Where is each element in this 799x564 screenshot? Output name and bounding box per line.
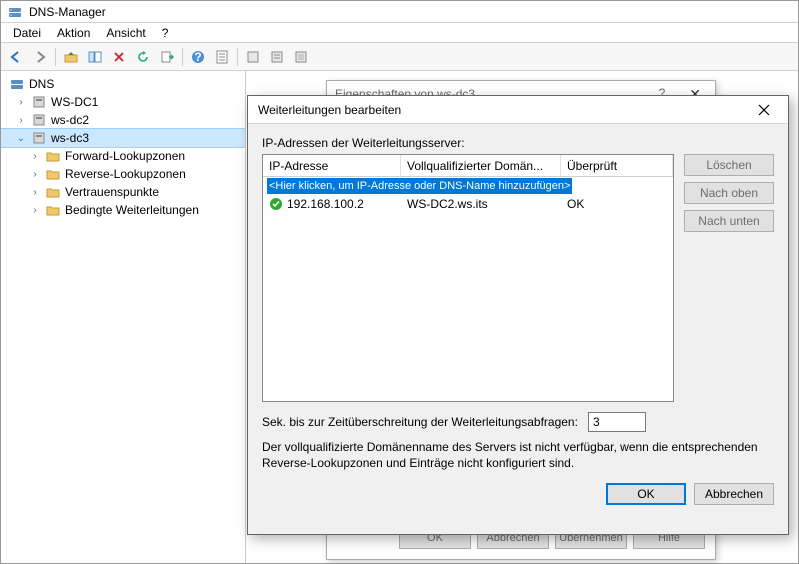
row-ip: 192.168.100.2 [287, 197, 364, 211]
tree-server-wsdc3[interactable]: ⌄ ws-dc3 [1, 129, 245, 147]
server-icon [31, 112, 47, 128]
tree-label: ws-dc2 [51, 113, 89, 127]
expand-icon[interactable]: › [29, 205, 41, 216]
tree-root-dns[interactable]: DNS [1, 75, 245, 93]
menu-bar: Datei Aktion Ansicht ? [1, 23, 798, 43]
folder-icon [45, 184, 61, 200]
nav-forward-button[interactable] [29, 46, 51, 68]
list-add-hint-row[interactable]: <Hier klicken, um IP-Adresse oder DNS-Na… [263, 177, 673, 195]
up-folder-button[interactable] [60, 46, 82, 68]
timeout-label: Sek. bis zur Zeitüberschreitung der Weit… [262, 415, 578, 429]
forwarders-list-label: IP-Adressen der Weiterleitungsserver: [262, 136, 774, 150]
expand-icon[interactable]: › [15, 115, 27, 126]
tree-conditional-fwd[interactable]: › Bedingte Weiterleitungen [1, 201, 245, 219]
add-hint-text: <Hier klicken, um IP-Adresse oder DNS-Na… [267, 178, 572, 194]
col-verified[interactable]: Überprüft [561, 155, 673, 176]
menu-datei[interactable]: Datei [5, 24, 49, 42]
folder-icon [45, 148, 61, 164]
col-ip-address[interactable]: IP-Adresse [263, 155, 401, 176]
move-up-button[interactable]: Nach oben [684, 182, 774, 204]
tree-label: WS-DC1 [51, 95, 98, 109]
forwarders-list[interactable]: IP-Adresse Vollqualifizierter Domän... Ü… [262, 154, 674, 402]
row-fqdn: WS-DC2.ws.its [407, 197, 488, 211]
col-fqdn[interactable]: Vollqualifizierter Domän... [401, 155, 561, 176]
tree-forward-zones[interactable]: › Forward-Lookupzonen [1, 147, 245, 165]
toolbar-separator [237, 48, 238, 66]
list-side-buttons: Löschen Nach oben Nach unten [684, 154, 774, 232]
tree-pane[interactable]: DNS › WS-DC1 › ws-dc2 ⌄ ws-dc3 › Forward… [1, 71, 246, 563]
tree-label: Bedingte Weiterleitungen [65, 203, 199, 217]
action-1-button[interactable] [242, 46, 264, 68]
dns-icon [9, 76, 25, 92]
window-titlebar: DNS-Manager [1, 1, 798, 23]
folder-icon [45, 166, 61, 182]
svg-text:?: ? [194, 50, 201, 64]
menu-help[interactable]: ? [154, 24, 177, 42]
tree-label: ws-dc3 [51, 131, 89, 145]
timeout-input[interactable] [588, 412, 646, 432]
action-3-button[interactable] [290, 46, 312, 68]
properties-button[interactable] [211, 46, 233, 68]
action-2-button[interactable] [266, 46, 288, 68]
tree-trust-points[interactable]: › Vertrauenspunkte [1, 183, 245, 201]
tree-server-wsdc2[interactable]: › ws-dc2 [1, 111, 245, 129]
row-ok: OK [567, 197, 584, 211]
delete-button[interactable]: Löschen [684, 154, 774, 176]
tree-server-wsdc1[interactable]: › WS-DC1 [1, 93, 245, 111]
edit-dialog-titlebar[interactable]: Weiterleitungen bearbeiten [248, 96, 788, 124]
show-hide-tree-button[interactable] [84, 46, 106, 68]
tree-label: Reverse-Lookupzonen [65, 167, 186, 181]
list-header: IP-Adresse Vollqualifizierter Domän... Ü… [263, 155, 673, 177]
list-row[interactable]: 192.168.100.2 WS-DC2.ws.its OK [263, 195, 673, 213]
app-icon [7, 4, 23, 20]
refresh-button[interactable] [132, 46, 154, 68]
tree-label: Forward-Lookupzonen [65, 149, 185, 163]
window-title: DNS-Manager [29, 5, 106, 19]
expand-icon[interactable]: › [29, 187, 41, 198]
timeout-row: Sek. bis zur Zeitüberschreitung der Weit… [262, 412, 774, 432]
list-body: <Hier klicken, um IP-Adresse oder DNS-Na… [263, 177, 673, 213]
tree-label: Vertrauenspunkte [65, 185, 159, 199]
export-button[interactable] [156, 46, 178, 68]
move-down-button[interactable]: Nach unten [684, 210, 774, 232]
tree-reverse-zones[interactable]: › Reverse-Lookupzonen [1, 165, 245, 183]
menu-aktion[interactable]: Aktion [49, 24, 98, 42]
close-button[interactable] [744, 97, 784, 123]
fqdn-unavailable-note: Der vollqualifizierte Domänenname des Se… [262, 440, 774, 471]
expand-icon[interactable]: › [15, 97, 27, 108]
delete-button[interactable] [108, 46, 130, 68]
help-button[interactable]: ? [187, 46, 209, 68]
tree-label: DNS [29, 77, 54, 91]
folder-icon [45, 202, 61, 218]
collapse-icon[interactable]: ⌄ [15, 133, 27, 144]
expand-icon[interactable]: › [29, 169, 41, 180]
server-icon [31, 94, 47, 110]
edit-dialog-buttons: OK Abbrechen [262, 483, 774, 505]
server-icon [31, 130, 47, 146]
nav-back-button[interactable] [5, 46, 27, 68]
toolbar: ? [1, 43, 798, 71]
ok-button[interactable]: OK [606, 483, 686, 505]
edit-forwarders-dialog: Weiterleitungen bearbeiten IP-Adressen d… [247, 95, 789, 535]
close-icon [758, 104, 770, 116]
menu-ansicht[interactable]: Ansicht [98, 24, 153, 42]
cancel-button[interactable]: Abbrechen [694, 483, 774, 505]
toolbar-separator [55, 48, 56, 66]
expand-icon[interactable]: › [29, 151, 41, 162]
edit-dialog-body: IP-Adressen der Weiterleitungsserver: IP… [248, 124, 788, 517]
edit-dialog-title: Weiterleitungen bearbeiten [258, 103, 401, 117]
check-ok-icon [269, 197, 283, 211]
toolbar-separator [182, 48, 183, 66]
